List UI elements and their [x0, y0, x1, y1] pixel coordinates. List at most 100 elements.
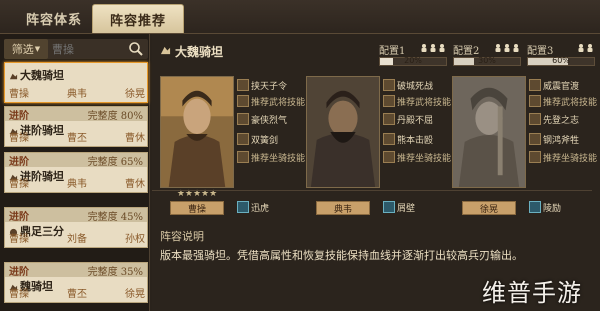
recommend-mount-label: 推荐坐骑技能: [237, 150, 305, 164]
description-title: 阵容说明: [160, 230, 204, 243]
config-progress-bar: 60%: [527, 56, 595, 66]
dropdown-arrow-icon: ▼: [34, 45, 41, 53]
recommend-label-text: 推荐坐骑技能: [543, 153, 598, 164]
general-search-input[interactable]: [52, 41, 124, 57]
config-progress-bar: 20%: [379, 56, 447, 66]
recommend-label-text: 推荐武将技能: [397, 97, 452, 108]
general-card[interactable]: 徐晃 威震官渡 推荐武将技能 先登之志 钢鸿斧牲 推荐坐骑技能 陵励: [450, 74, 597, 222]
recommend-label-text: 推荐坐骑技能: [397, 153, 452, 164]
general-card[interactable]: 典韦 破城死战 推荐武将技能 丹殿不屈 熊本击殴 推荐坐骑技能 屑壁: [304, 74, 451, 222]
skill-icon: [529, 95, 541, 107]
general-name: 曹操: [9, 289, 29, 300]
top-tab-bar: 阵容体系 阵容推荐: [0, 0, 600, 34]
skill-slot[interactable]: 双簧剑: [237, 132, 301, 146]
skill-slot[interactable]: 丹殿不屈: [383, 112, 447, 126]
general-name: 典韦: [67, 179, 87, 190]
general-name: 典韦: [67, 89, 87, 100]
lineup-heading-text: 大魏骑坦: [175, 45, 224, 59]
lineup-list-item[interactable]: 进阶 完整度 45% 鼎足三分 曹操 刘备 孙权: [4, 207, 148, 248]
skill-icon: [383, 95, 395, 107]
filter-bar: 筛选 ▼: [4, 39, 148, 59]
skill-name: 破城死战: [397, 81, 434, 92]
tactic-slot[interactable]: 迅虎: [237, 200, 301, 214]
skill-name: 熊本击殴: [397, 135, 434, 146]
tactic-name: 陵励: [543, 203, 562, 214]
skill-slot[interactable]: 破城死战: [383, 78, 447, 92]
config-name: 配置2: [453, 46, 480, 57]
general-name: 曹休: [125, 133, 145, 144]
lineup-title: 大魏骑坦: [20, 69, 64, 82]
skill-name: 钢鸿斧牲: [543, 135, 580, 146]
recommend-skill-label: 推荐武将技能: [237, 94, 305, 108]
tactic-slot[interactable]: 屑壁: [383, 200, 447, 214]
lineup-list-panel: 筛选 ▼ 大魏骑坦 曹操 典韦 徐晃 进阶 完整度 80% 进阶骑坦 曹操: [0, 34, 150, 311]
lineup-tag: 进阶: [9, 156, 29, 168]
description-text: 版本最强骑坦。凭借高属性和恢复技能保持血线并逐渐打出较高兵刃输出。: [160, 249, 523, 262]
general-portrait[interactable]: [306, 76, 380, 188]
completion-label: 完整度 65%: [87, 156, 143, 168]
general-portrait[interactable]: [452, 76, 526, 188]
tab-lineup-system[interactable]: 阵容体系: [8, 4, 100, 33]
skill-icon: [529, 133, 541, 145]
filter-button[interactable]: 筛选 ▼: [4, 39, 48, 59]
recommend-label-text: 推荐武将技能: [543, 97, 598, 108]
tactic-name: 屑壁: [397, 203, 416, 214]
people-icon: [494, 43, 521, 52]
config-progress-bar: 30%: [453, 56, 521, 66]
general-name: 曹操: [9, 89, 29, 100]
config-tab-1[interactable]: 配置1 20%: [377, 42, 449, 66]
skill-slot[interactable]: 威震官渡: [529, 78, 593, 92]
recommend-label-text: 推荐武将技能: [251, 97, 306, 108]
skill-icon: [383, 133, 395, 145]
config-selector: 配置1 20% 配置2 30% 配置3 60%: [377, 42, 595, 66]
skill-icon: [529, 79, 541, 91]
config-percent: 30%: [478, 56, 496, 65]
general-name: 曹丕: [67, 289, 87, 300]
mount-icon: [383, 151, 395, 163]
lineup-list-item[interactable]: 进阶 完整度 35% 魏骑坦 曹操 曹丕 徐晃: [4, 262, 148, 303]
completion-label: 完整度 80%: [87, 110, 143, 122]
lineup-list-item[interactable]: 进阶 完整度 65% 进阶骑坦 曹操 典韦 曹休: [4, 152, 148, 193]
general-name-plate: 典韦: [316, 201, 370, 215]
lineup-tag: 进阶: [9, 211, 29, 223]
config-percent: 20%: [404, 56, 422, 65]
mount-icon: [237, 151, 249, 163]
general-card[interactable]: ★★★★★ 曹操 挟天子令 推荐武将技能 豪侠烈气 双簧剑 推荐坐骑技能 迅虎: [158, 74, 305, 222]
config-tab-2[interactable]: 配置2 30%: [451, 42, 523, 66]
skill-icon: [237, 133, 249, 145]
general-name: 徐晃: [125, 89, 145, 100]
tactic-icon: [529, 201, 541, 213]
skill-slot[interactable]: 钢鸿斧牲: [529, 132, 593, 146]
completion-label: 完整度 35%: [87, 266, 143, 278]
skill-slot[interactable]: 先登之志: [529, 112, 593, 126]
config-tab-3[interactable]: 配置3 60%: [525, 42, 597, 66]
general-name: 曹操: [9, 133, 29, 144]
skill-slot[interactable]: 豪侠烈气: [237, 112, 301, 126]
tab-lineup-recommend[interactable]: 阵容推荐: [92, 4, 184, 33]
site-watermark: 维普手游网: [482, 279, 582, 307]
tactic-icon: [237, 201, 249, 213]
skill-name: 双簧剑: [251, 135, 279, 146]
lineup-list-item[interactable]: 进阶 完整度 80% 进阶骑坦 曹操 曹丕 曹休: [4, 106, 148, 147]
divider: [152, 190, 592, 191]
general-name: 孙权: [125, 234, 145, 245]
general-portrait[interactable]: [160, 76, 234, 188]
skill-name: 丹殿不屈: [397, 115, 434, 126]
skill-icon: [383, 79, 395, 91]
skill-icon: [529, 113, 541, 125]
general-name: 徐晃: [125, 289, 145, 300]
people-icon: [577, 43, 595, 52]
recommend-skill-label: 推荐武将技能: [529, 94, 597, 108]
config-name: 配置1: [379, 46, 406, 57]
tactic-slot[interactable]: 陵励: [529, 200, 593, 214]
skill-slot[interactable]: 挟天子令: [237, 78, 301, 92]
general-name: 曹休: [125, 179, 145, 190]
skill-name: 先登之志: [543, 115, 580, 126]
general-name: 曹丕: [67, 133, 87, 144]
filter-button-label: 筛选: [11, 43, 34, 56]
skill-slot[interactable]: 熊本击殴: [383, 132, 447, 146]
skill-icon: [237, 95, 249, 107]
search-icon[interactable]: [128, 41, 144, 57]
cavalry-icon: [9, 71, 18, 80]
lineup-list-item[interactable]: 大魏骑坦 曹操 典韦 徐晃: [4, 62, 148, 103]
